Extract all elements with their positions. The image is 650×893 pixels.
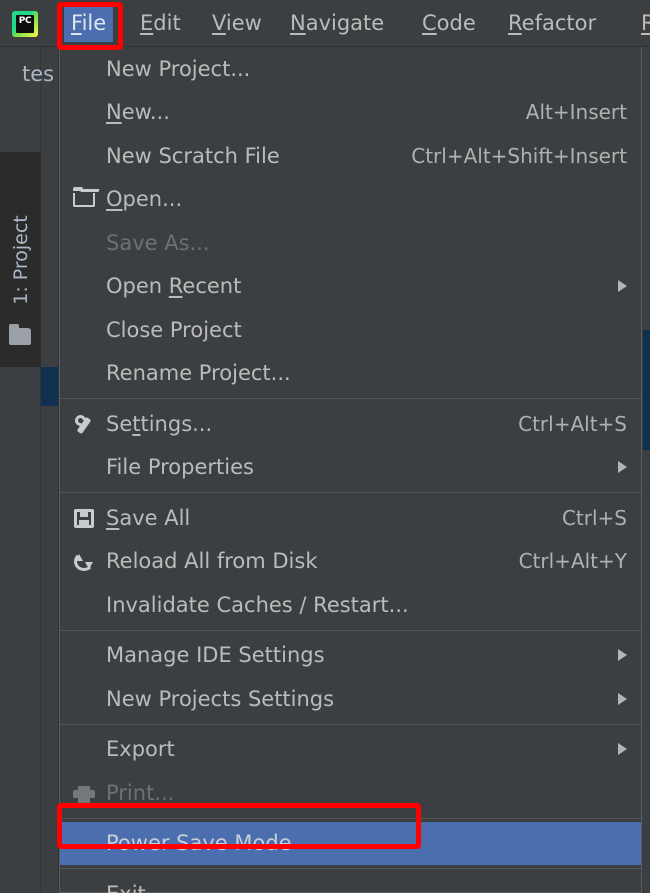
- menu-item-save-as: Save As...: [60, 221, 641, 265]
- menu-item-power-save-mode[interactable]: Power Save Mode: [60, 821, 641, 865]
- menu-item-label: New...: [106, 100, 170, 125]
- menu-item-invalidate-caches-restart[interactable]: Invalidate Caches / Restart...: [60, 583, 641, 627]
- sidebar-item-project[interactable]: 1: Project: [0, 152, 41, 367]
- chevron-right-icon: [618, 692, 627, 705]
- menu-separator: [60, 629, 641, 631]
- menu-item-label: New Projects Settings: [106, 686, 335, 711]
- menubar-item-file[interactable]: File: [64, 4, 114, 42]
- menubar-item-code[interactable]: Code: [415, 4, 483, 42]
- menu-item-reload-all-from-disk[interactable]: Reload All from Disk Ctrl+Alt+Y: [60, 540, 641, 584]
- menu-item-open[interactable]: Open...: [60, 178, 641, 222]
- menu-item-exit[interactable]: Exit: [60, 872, 641, 893]
- menu-item-shortcut: Ctrl+S: [561, 505, 627, 530]
- project-tree-scrollbar[interactable]: [41, 367, 58, 406]
- menu-item-print: Print...: [60, 771, 641, 815]
- file-menu-items: New Project... New... Alt+Insert New Scratc…: [60, 47, 641, 893]
- menu-item-label: Rename Project...: [106, 361, 291, 386]
- menu-item-label: Power Save Mode: [106, 831, 292, 856]
- menu-item-file-properties[interactable]: File Properties: [60, 446, 641, 490]
- ide-window: 1: Project tes PC File Edit View Navigate Co…: [0, 0, 650, 893]
- menu-item-label: Open Recent: [106, 274, 242, 299]
- menu-item-shortcut: Ctrl+Alt+Shift+Insert: [411, 143, 627, 168]
- menu-item-label: Save All: [106, 505, 191, 530]
- menu-separator: [60, 492, 641, 493]
- menubar-item-r[interactable]: R: [634, 4, 650, 42]
- menu-item-label: New Scratch File: [106, 143, 280, 168]
- tool-window-stripe: 1: Project: [0, 47, 41, 893]
- menubar-item-view[interactable]: View: [205, 4, 269, 42]
- chevron-right-icon: [618, 649, 627, 662]
- menu-item-new-project[interactable]: New Project...: [60, 47, 641, 91]
- menu-separator: [60, 817, 641, 819]
- menu-item-new-scratch-file[interactable]: New Scratch File Ctrl+Alt+Shift+Insert: [60, 134, 641, 178]
- editor-scrollbar[interactable]: [643, 330, 650, 450]
- menu-item-open-recent[interactable]: Open Recent: [60, 265, 641, 309]
- menu-separator: [60, 868, 641, 869]
- menubar-item-navigate[interactable]: Navigate: [283, 4, 391, 42]
- folder-icon: [9, 324, 31, 345]
- menu-item-label: Invalidate Caches / Restart...: [106, 592, 409, 617]
- menubar-item-edit[interactable]: Edit: [133, 4, 188, 42]
- menu-item-label: New Project...: [106, 56, 251, 81]
- menu-item-label: Save As...: [106, 230, 210, 255]
- reload-icon: [71, 548, 97, 574]
- menu-item-export[interactable]: Export: [60, 728, 641, 772]
- chevron-right-icon: [618, 743, 627, 756]
- menu-separator: [60, 723, 641, 725]
- printer-icon: [71, 780, 97, 806]
- menu-item-shortcut: Alt+Insert: [525, 100, 627, 125]
- menu-item-label: Export: [106, 737, 175, 762]
- menu-item-label: Close Project: [106, 317, 242, 342]
- chevron-right-icon: [618, 280, 627, 293]
- menu-item-label: Open...: [106, 187, 183, 212]
- menu-item-shortcut: Ctrl+Alt+S: [518, 411, 627, 436]
- menu-item-settings[interactable]: Settings... Ctrl+Alt+S: [60, 402, 641, 446]
- project-tab-label: tes: [22, 62, 55, 86]
- menu-item-label: Settings...: [106, 411, 213, 436]
- menu-item-save-all[interactable]: Save All Ctrl+S: [60, 496, 641, 540]
- pycharm-logo-text: PC: [16, 15, 34, 33]
- folder-icon: [71, 186, 97, 212]
- file-dropdown-menu: New Project... New... Alt+Insert New Scratc…: [59, 47, 642, 893]
- chevron-right-icon: [618, 461, 627, 474]
- menu-item-manage-ide-settings[interactable]: Manage IDE Settings: [60, 634, 641, 678]
- menu-item-label: Reload All from Disk: [106, 549, 318, 574]
- menu-item-shortcut: Ctrl+Alt+Y: [518, 549, 627, 574]
- wrench-icon: [71, 411, 97, 437]
- menu-item-new[interactable]: New... Alt+Insert: [60, 91, 641, 135]
- menu-item-new-projects-settings[interactable]: New Projects Settings: [60, 677, 641, 721]
- menu-item-close-project[interactable]: Close Project: [60, 308, 641, 352]
- menu-item-label: File Properties: [106, 455, 254, 480]
- menu-item-label: Manage IDE Settings: [106, 643, 325, 668]
- sidebar-item-project-label: 1: Project: [9, 214, 32, 305]
- floppy-icon: [71, 505, 97, 531]
- menubar-item-refactor[interactable]: Refactor: [501, 4, 603, 42]
- menu-item-label: Print...: [106, 780, 175, 805]
- menu-item-label: Exit: [106, 882, 627, 893]
- menu-separator: [60, 398, 641, 399]
- menu-bar: PC File Edit View Navigate Code Refactor R: [0, 0, 650, 47]
- pycharm-logo-icon: PC: [12, 11, 38, 37]
- menu-item-rename-project[interactable]: Rename Project...: [60, 352, 641, 396]
